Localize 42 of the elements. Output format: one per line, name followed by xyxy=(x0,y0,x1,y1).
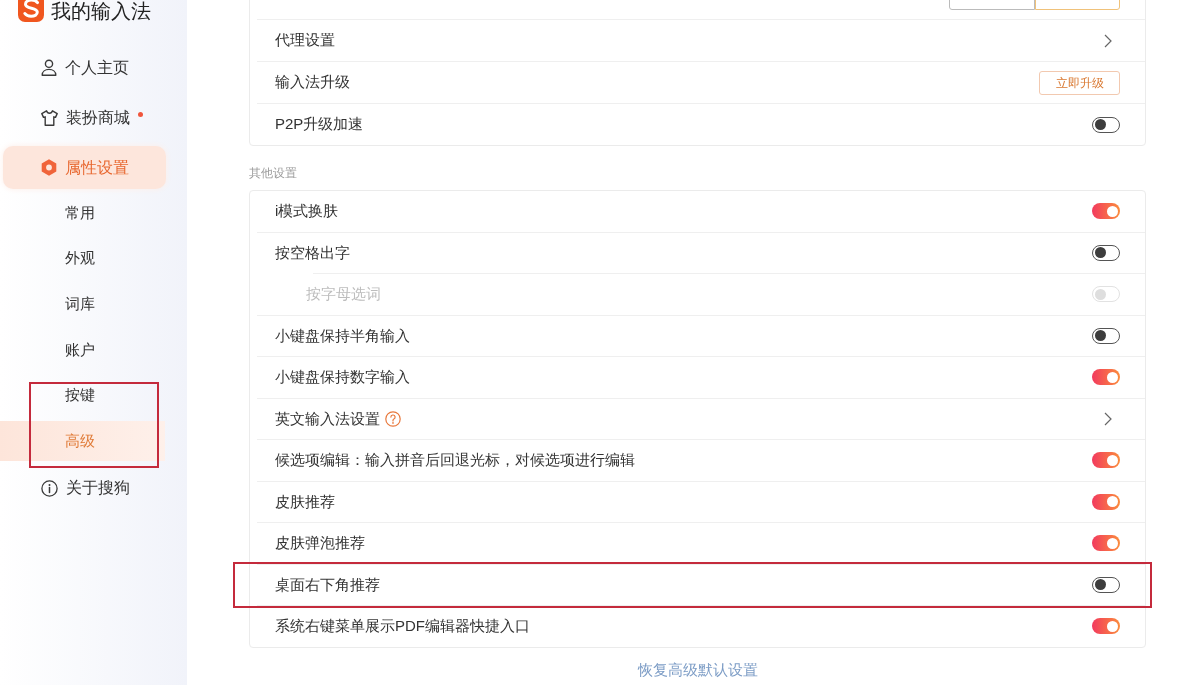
toggle-switch[interactable] xyxy=(1092,116,1120,133)
sidebar-item[interactable]: 装扮商城 xyxy=(3,96,166,139)
setting-label: 按空格出字 xyxy=(275,242,350,263)
info-icon xyxy=(41,479,58,497)
sidebar-subitem[interactable]: 外观 xyxy=(0,238,165,279)
app-title: 我的输入法 xyxy=(51,0,151,22)
setting-label: 代理设置 xyxy=(275,30,335,51)
toggle-switch[interactable] xyxy=(1092,203,1120,220)
setting-label: 皮肤推荐 xyxy=(275,491,335,512)
toggle-switch[interactable] xyxy=(1092,576,1120,593)
toggle-switch[interactable] xyxy=(1092,244,1120,261)
setting-label: 小键盘保持半角输入 xyxy=(275,325,410,346)
sidebar-subitem[interactable]: 账户 xyxy=(0,329,165,370)
logo-icon xyxy=(18,0,44,22)
question-circle-icon[interactable] xyxy=(385,410,401,427)
chevron-right-icon[interactable] xyxy=(1104,411,1112,426)
setting-label: 按字母选词 xyxy=(306,284,381,304)
hexagon-icon xyxy=(41,159,57,176)
sidebar-subitem[interactable]: 词库 xyxy=(0,284,165,325)
setting-label: 候选项编辑：输入拼音后回退光标，对候选项进行编辑 xyxy=(275,450,635,470)
chevron-right-icon[interactable] xyxy=(1104,33,1112,48)
setting-label: 系统右键菜单展示PDF编辑器快捷入口 xyxy=(275,616,530,636)
toggle-switch[interactable] xyxy=(1092,327,1120,344)
setting-label: 输入法升级 xyxy=(275,72,350,93)
toggle-switch[interactable] xyxy=(1092,493,1120,510)
sidebar-item[interactable]: 个人主页 xyxy=(3,46,166,89)
toggle-switch[interactable] xyxy=(1092,535,1120,552)
toggle-switch[interactable] xyxy=(1092,369,1120,386)
setting-label: P2P升级加速 xyxy=(275,114,364,135)
person-icon xyxy=(41,59,57,76)
setting-label: 小键盘保持数字输入 xyxy=(275,367,410,387)
setting-label: i模式换肤 xyxy=(275,201,339,221)
shirt-icon xyxy=(41,109,58,126)
setting-label: 英文输入法设置 xyxy=(275,408,380,429)
sidebar-subitem[interactable]: 常用 xyxy=(0,193,165,233)
setting-label: 桌面右下角推荐 xyxy=(275,574,380,595)
setting-label: 皮肤弹泡推荐 xyxy=(275,533,365,553)
toggle-switch[interactable] xyxy=(1092,452,1120,469)
sidebar-item[interactable]: 关于搜狗 xyxy=(3,466,166,510)
section-title: 其他设置 xyxy=(249,165,297,182)
sidebar-subitem[interactable]: 按键 xyxy=(0,375,165,416)
toggle-switch[interactable] xyxy=(1092,618,1120,635)
